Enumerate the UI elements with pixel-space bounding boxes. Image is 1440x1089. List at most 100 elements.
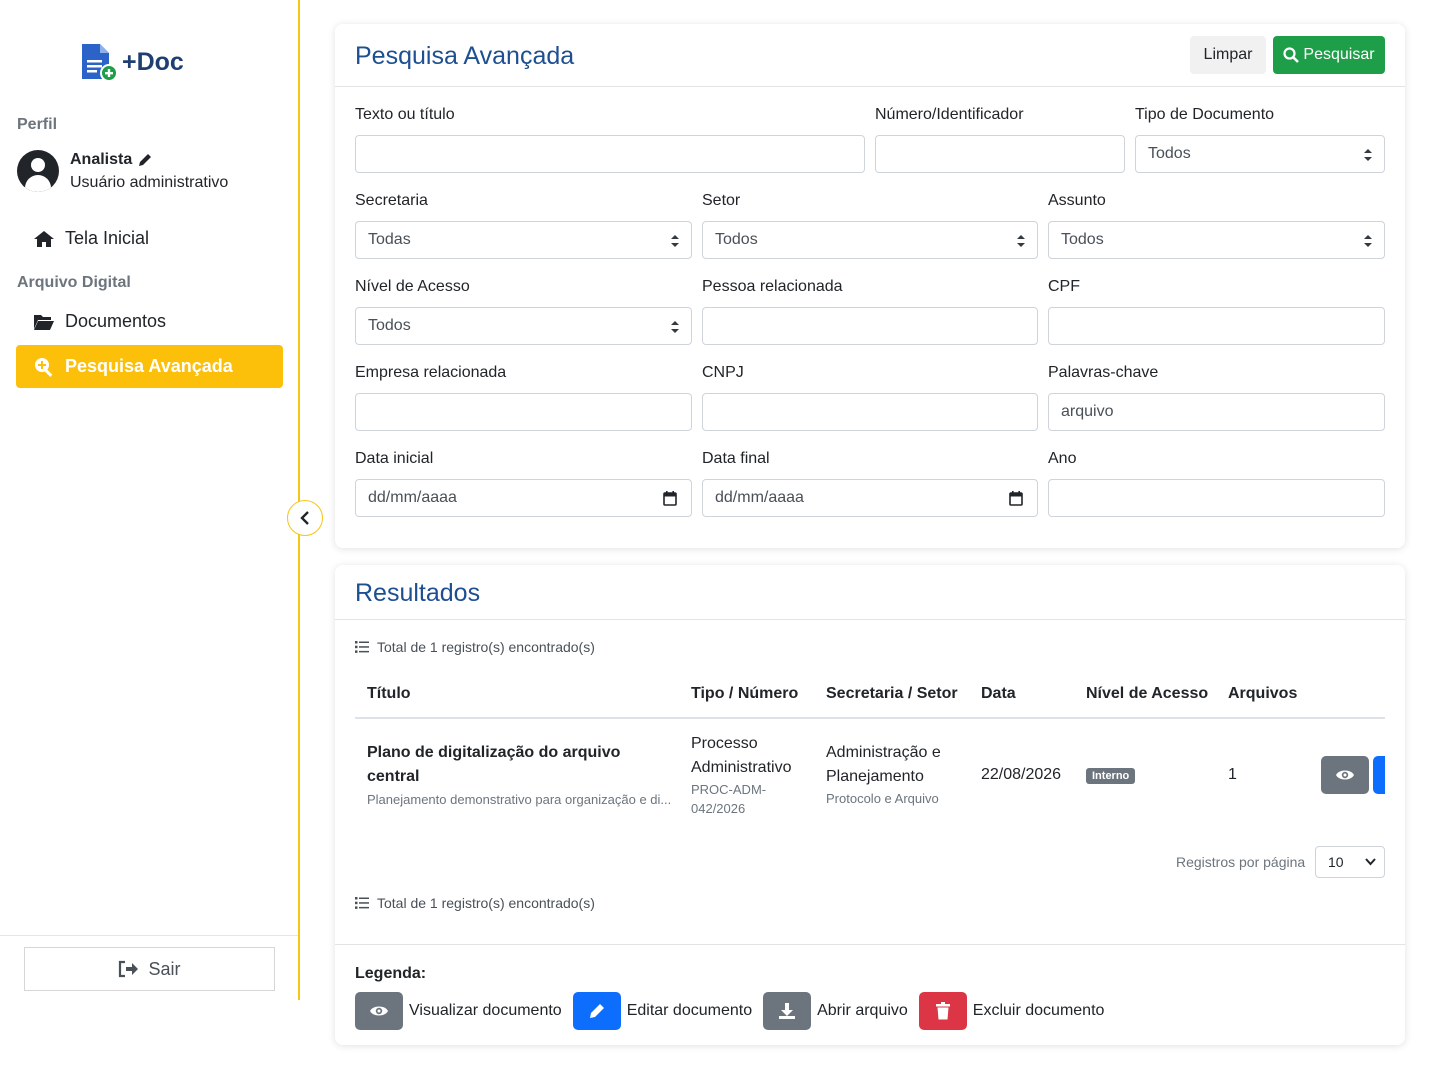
cnpj-field-label: CNPJ — [702, 364, 744, 381]
home-icon — [34, 230, 54, 247]
results-summary-bottom: Total de 1 registro(s) encontrado(s) — [355, 895, 595, 911]
calendar-icon[interactable] — [663, 491, 677, 506]
assunto-select[interactable]: Todos — [1048, 221, 1385, 259]
results-title: Resultados — [355, 579, 481, 607]
cpf-input[interactable] — [1048, 307, 1385, 345]
search-card: Pesquisa Avançada Limpar Pesquisar Texto… — [335, 24, 1405, 548]
cpf-field: CPF — [1048, 278, 1385, 345]
col-title[interactable]: Título — [367, 685, 411, 703]
list-icon — [355, 897, 369, 909]
year-label: Ano — [1048, 450, 1077, 467]
year-field: Ano — [1048, 450, 1385, 517]
text-input[interactable] — [355, 135, 865, 173]
access-badge: Interno — [1086, 768, 1136, 784]
col-type[interactable]: Tipo / Número — [691, 685, 798, 703]
sidebar-item-label: Tela Inicial — [65, 228, 150, 248]
per-page-select[interactable]: 10 — [1315, 846, 1385, 878]
results-summary-top: Total de 1 registro(s) encontrado(s) — [355, 639, 595, 655]
select-arrows-icon — [1364, 149, 1372, 161]
year-input[interactable] — [1048, 479, 1385, 517]
pessoa-field-label: Pessoa relacionada — [702, 278, 843, 295]
date-end-input[interactable]: dd/mm/aaaa — [702, 479, 1038, 517]
app-logo[interactable]: +Doc — [80, 42, 184, 82]
select-arrows-icon — [1364, 235, 1372, 247]
clear-button[interactable]: Limpar — [1190, 36, 1266, 74]
col-access[interactable]: Nível de Acesso — [1086, 685, 1208, 703]
logout-button[interactable]: Sair — [24, 947, 275, 991]
edit-document-button[interactable] — [1373, 756, 1385, 794]
cpf-field-label: CPF — [1048, 278, 1080, 295]
date-start-label: Data inicial — [355, 450, 434, 467]
select-arrows-icon — [671, 235, 679, 247]
legend-delete-label: Excluir documento — [972, 1002, 1105, 1019]
col-secretaria[interactable]: Secretaria / Setor — [826, 685, 958, 703]
chevron-down-icon — [1365, 858, 1376, 866]
col-files[interactable]: Arquivos — [1228, 685, 1297, 703]
assunto-field: Assunto Todos — [1048, 192, 1385, 259]
list-icon — [355, 641, 369, 653]
doc-description: Planejamento demonstrativo para organiza… — [367, 792, 672, 807]
empresa-field-label: Empresa relacionada — [355, 364, 507, 381]
date-start-input[interactable]: dd/mm/aaaa — [355, 479, 692, 517]
app-name: +Doc — [122, 47, 184, 76]
sidebar-item-home[interactable]: Tela Inicial — [16, 217, 283, 260]
summary-text: Total de 1 registro(s) encontrado(s) — [377, 895, 595, 911]
number-field-label: Número/Identificador — [875, 106, 1024, 123]
pessoa-field: Pessoa relacionada — [702, 278, 1038, 345]
search-card-header: Pesquisa Avançada Limpar Pesquisar — [335, 24, 1405, 87]
legend-delete-button — [918, 992, 967, 1030]
nivel-select[interactable]: Todos — [355, 307, 692, 345]
col-date[interactable]: Data — [981, 685, 1016, 703]
secretaria-select[interactable]: Todas — [355, 221, 692, 259]
legend: Visualizar documento Editar documento Ab… — [355, 992, 1115, 1030]
setor-field: Setor Todos — [702, 192, 1038, 259]
user-role: Usuário administrativo — [70, 173, 229, 191]
doctype-field-label: Tipo de Documento — [1135, 106, 1275, 123]
sidebar-item-documents[interactable]: Documentos — [16, 300, 283, 343]
sidebar-toggle-button[interactable] — [287, 500, 323, 536]
view-document-button[interactable] — [1321, 756, 1369, 794]
keywords-input[interactable]: arquivo — [1048, 393, 1385, 431]
legend-open-label: Abrir arquivo — [817, 1002, 908, 1019]
legend-view-button — [355, 992, 403, 1030]
sign-out-icon — [119, 960, 139, 978]
empresa-input[interactable] — [355, 393, 692, 431]
select-arrows-icon — [1017, 235, 1025, 247]
legend-divider — [335, 944, 1405, 945]
nivel-field-label: Nível de Acesso — [355, 278, 470, 295]
pessoa-input[interactable] — [702, 307, 1038, 345]
legend-open-button — [763, 992, 812, 1030]
nivel-value: Todos — [368, 317, 411, 334]
assunto-field-label: Assunto — [1048, 192, 1106, 209]
date-end-label: Data final — [702, 450, 770, 467]
doc-files-count: 1 — [1228, 766, 1237, 783]
doc-number: PROC-ADM-042/2026 — [691, 782, 767, 816]
search-button[interactable]: Pesquisar — [1273, 36, 1385, 74]
per-page-label: Registros por página — [1176, 854, 1306, 870]
search-icon — [1283, 47, 1300, 63]
pencil-icon[interactable] — [138, 153, 152, 167]
assunto-value: Todos — [1061, 231, 1104, 248]
cnpj-field: CNPJ — [702, 364, 1038, 431]
cnpj-input[interactable] — [702, 393, 1038, 431]
section-heading: Arquivo Digital — [17, 274, 131, 291]
nivel-field: Nível de Acesso Todos — [355, 278, 692, 345]
calendar-icon[interactable] — [1009, 491, 1023, 506]
user-avatar-icon — [17, 150, 59, 192]
number-input[interactable] — [875, 135, 1125, 173]
text-field: Texto ou título — [355, 106, 865, 173]
user-profile: Analista Usuário administrativo — [17, 150, 228, 192]
chevron-left-icon — [300, 511, 309, 525]
folder-open-icon — [34, 314, 54, 330]
results-card-header: Resultados — [335, 565, 1405, 620]
select-arrows-icon — [671, 321, 679, 333]
sidebar-item-advanced-search[interactable]: Pesquisa Avançada — [16, 345, 283, 388]
doctype-select[interactable]: Todos — [1135, 135, 1385, 173]
per-page-value: 10 — [1328, 854, 1344, 870]
user-name: Analista — [70, 150, 133, 168]
download-icon — [779, 1003, 796, 1019]
table-row: Plano de digitalização do arquivo centra… — [355, 721, 1385, 831]
date-start-value: dd/mm/aaaa — [368, 489, 457, 506]
setor-select[interactable]: Todos — [702, 221, 1038, 259]
legend-edit-button — [572, 992, 621, 1030]
